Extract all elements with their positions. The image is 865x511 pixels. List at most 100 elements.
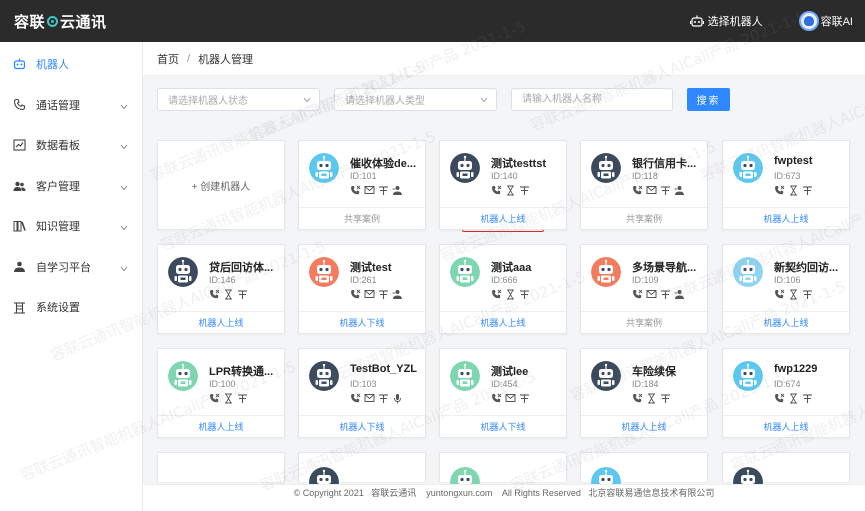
robot-avatar-icon: [591, 153, 621, 183]
robot-action-button[interactable]: 共享案例: [581, 311, 707, 333]
robot-action-button[interactable]: 机器人上线: [440, 207, 566, 229]
robot-card[interactable]: 测试testtst ID:140 机器人上线: [439, 140, 567, 230]
robot-card[interactable]: 催收体验de... ID:101 共享案例: [298, 140, 426, 230]
robot-action-button[interactable]: 机器人上线: [158, 311, 284, 333]
robot-card[interactable]: 新契约回访... ID:106 机器人上线: [722, 244, 850, 334]
robot-card[interactable]: 银行信用卡... ID:118 共享案例: [580, 140, 708, 230]
phone-icon: [350, 289, 361, 300]
chat-icon: [646, 185, 657, 196]
robot-icon: [12, 57, 26, 71]
robot-id: ID:261: [350, 275, 377, 285]
phone-icon: [350, 393, 361, 404]
hourglass-icon: [788, 185, 799, 196]
select-robot-button[interactable]: 选择机器人: [689, 13, 763, 29]
robot-card[interactable]: fwp1229 ID:674 机器人上线: [722, 348, 850, 438]
robot-avatar-icon: [733, 361, 763, 391]
robot-avatar-icon: [450, 257, 480, 287]
robot-action-button[interactable]: 共享案例: [299, 207, 425, 229]
robot-action-button[interactable]: 机器人上线: [723, 415, 849, 437]
robot-action-button[interactable]: 机器人上线: [440, 311, 566, 333]
text-icon: [519, 289, 530, 300]
robot-card[interactable]: [580, 452, 708, 497]
robot-card[interactable]: 车险续保 ID:184 机器人上线: [580, 348, 708, 438]
text-icon: [519, 185, 530, 196]
phone-icon: [774, 289, 785, 300]
robot-name-input[interactable]: [511, 88, 673, 111]
robot-name: 测试test: [350, 262, 392, 274]
text-icon: [378, 185, 389, 196]
robot-card[interactable]: TestBot_YZL ID:103 机器人下线: [298, 348, 426, 438]
phone-icon: [774, 185, 785, 196]
breadcrumb-home[interactable]: 首页: [157, 51, 179, 67]
sidebar-item-label: 机器人: [36, 59, 69, 72]
sidebar-item-label: 数据看板: [36, 140, 80, 153]
users-icon: [12, 179, 26, 193]
create-robot-card[interactable]: + 创建机器人: [157, 140, 285, 230]
robot-id: ID:100: [209, 379, 236, 389]
phone-icon: [632, 185, 643, 196]
user-menu[interactable]: 容联AI: [798, 11, 853, 31]
robot-action-button[interactable]: 机器人下线: [440, 415, 566, 437]
robot-capabilities: [632, 185, 685, 196]
robot-action-button[interactable]: 机器人上线: [158, 415, 284, 437]
robot-avatar-icon: [309, 361, 339, 391]
select-robot-label: 选择机器人: [707, 16, 763, 28]
rights-text: All Rights Reserved: [501, 488, 581, 498]
search-button[interactable]: 搜索: [687, 88, 730, 111]
robot-card[interactable]: [439, 452, 567, 497]
filter-bar: 请选择机器人状态 请选择机器人类型 搜索: [157, 88, 730, 111]
robot-card[interactable]: fwptest ID:673 机器人上线: [722, 140, 850, 230]
phone-icon: [350, 185, 361, 196]
robot-action-button[interactable]: 机器人上线: [581, 415, 707, 437]
sidebar-item-label: 客户管理: [36, 180, 80, 193]
robot-id: ID:106: [774, 275, 801, 285]
robot-card[interactable]: 测试lee ID:454 机器人下线: [439, 348, 567, 438]
robot-action-button[interactable]: 机器人上线: [723, 207, 849, 229]
sidebar-item-6[interactable]: 系统设置: [0, 287, 142, 328]
robot-card[interactable]: [722, 452, 850, 497]
robot-card[interactable]: 测试aaa ID:666 机器人上线: [439, 244, 567, 334]
robot-card[interactable]: 多场景导航... ID:109 共享案例: [580, 244, 708, 334]
hourglass-icon: [223, 289, 234, 300]
robot-action-button[interactable]: 共享案例: [581, 207, 707, 229]
phone-icon: [491, 185, 502, 196]
robot-card[interactable]: 测试test ID:261 机器人下线: [298, 244, 426, 334]
sidebar-item-4[interactable]: 知识管理: [0, 206, 142, 247]
robot-card[interactable]: [298, 452, 426, 497]
text-icon: [802, 289, 813, 300]
sidebar-item-2[interactable]: 数据看板: [0, 125, 142, 166]
sidebar-item-label: 通话管理: [36, 99, 80, 112]
chevron-down-icon: [480, 97, 488, 103]
status-select[interactable]: 请选择机器人状态: [157, 88, 320, 111]
logo-text-right: 云通讯: [60, 13, 107, 31]
robot-select-icon: [689, 15, 704, 27]
text-icon: [660, 289, 671, 300]
sidebar-item-1[interactable]: 通话管理: [0, 85, 142, 126]
user-name: 容联AI: [820, 16, 853, 28]
robot-action-button[interactable]: 机器人下线: [299, 415, 425, 437]
robot-capabilities: [350, 393, 403, 404]
sidebar: 机器人通话管理数据看板客户管理知识管理 自学习平台 系统设置: [0, 42, 143, 511]
robot-id: ID:666: [491, 275, 518, 285]
robot-avatar-icon: [309, 153, 339, 183]
app-logo[interactable]: 容联 云通讯: [14, 11, 107, 32]
robot-card[interactable]: 贷后回访体... ID:146 机器人上线: [157, 244, 285, 334]
robot-name: 车险续保: [632, 366, 676, 378]
robot-id: ID:140: [491, 171, 518, 181]
flow-icon: [674, 185, 685, 196]
phone-icon: [209, 393, 220, 404]
robot-action-button[interactable]: 机器人下线: [299, 311, 425, 333]
sidebar-item-0[interactable]: 机器人: [0, 44, 142, 85]
phone-icon: [209, 289, 220, 300]
page-footer: © Copyright 2021 容联云通讯 yuntongxun.com Al…: [143, 484, 865, 511]
sidebar-item-5[interactable]: 自学习平台: [0, 247, 142, 288]
chat-icon: [364, 185, 375, 196]
chat-icon: [364, 393, 375, 404]
robot-card[interactable]: LPR转换通... ID:100 机器人上线: [157, 348, 285, 438]
robot-action-button[interactable]: 机器人上线: [723, 311, 849, 333]
robot-capabilities: [491, 289, 530, 300]
robot-card[interactable]: [157, 452, 285, 482]
sidebar-item-3[interactable]: 客户管理: [0, 166, 142, 207]
type-select-placeholder: 请选择机器人类型: [345, 96, 425, 107]
type-select[interactable]: 请选择机器人类型: [334, 88, 497, 111]
